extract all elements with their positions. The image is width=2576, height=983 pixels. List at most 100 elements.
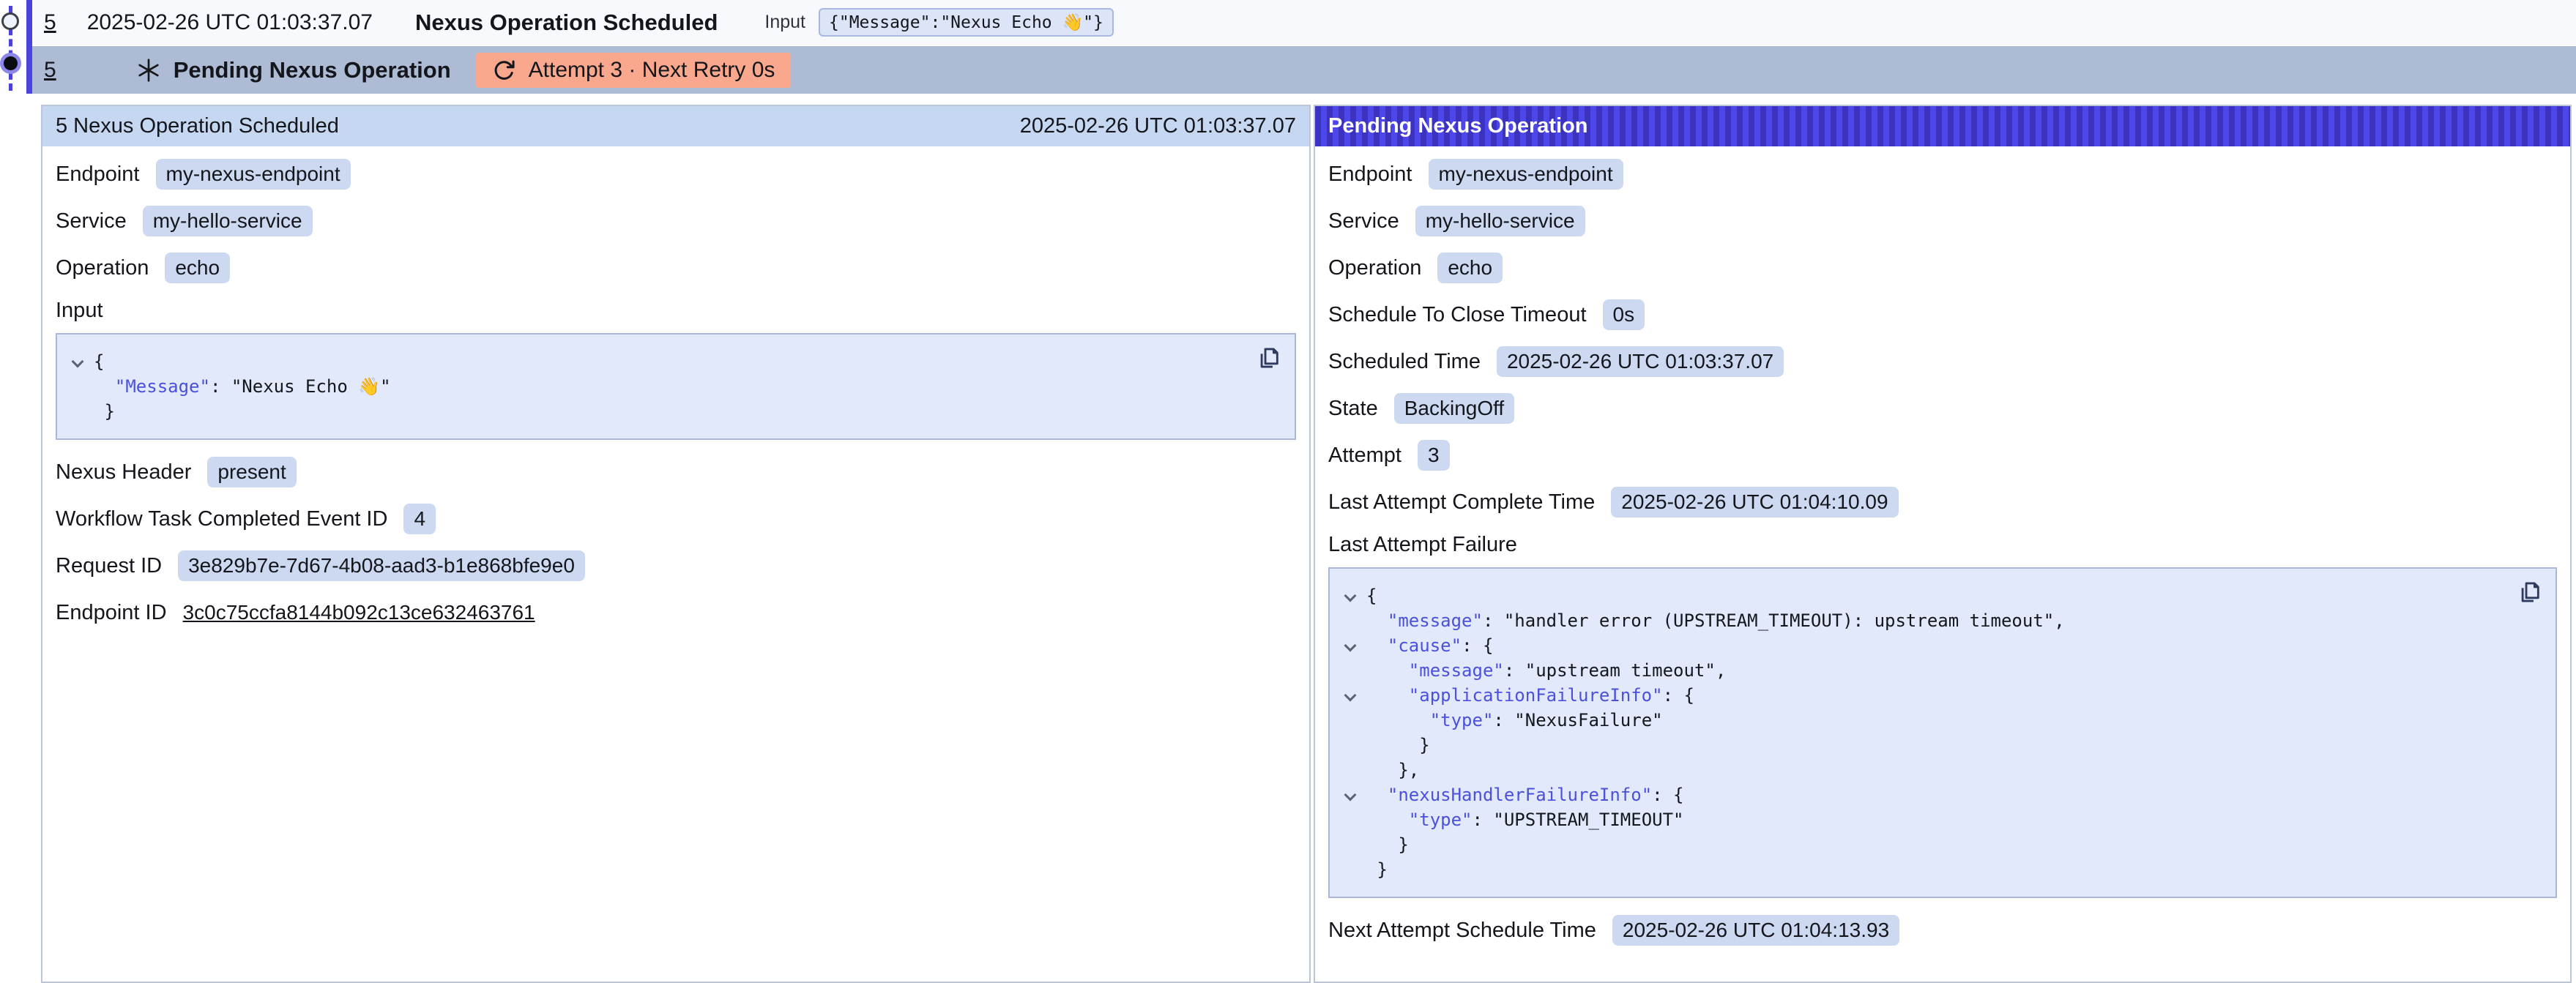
json-line: } bbox=[64, 399, 1243, 424]
field-label: Next Attempt Schedule Time bbox=[1328, 919, 1596, 943]
field-row: Operation echo bbox=[56, 244, 1296, 291]
field-label: Request ID bbox=[56, 554, 162, 578]
selected-event-indicator-bar bbox=[26, 0, 32, 94]
collapse-chevron-icon[interactable] bbox=[64, 349, 94, 374]
event-history-view: 5 2025-02-26 UTC 01:03:37.07 Nexus Opera… bbox=[0, 0, 2576, 956]
json-text: "Message": "Nexus Echo 👋" bbox=[94, 374, 391, 399]
json-gutter bbox=[1337, 857, 1366, 882]
field-row: Service my-hello-service bbox=[1328, 198, 2557, 244]
field-row: Request ID 3e829b7e-7d67-4b08-aad3-b1e86… bbox=[56, 542, 1296, 589]
field-value: my-hello-service bbox=[1415, 206, 1585, 236]
json-line: } bbox=[1337, 857, 2504, 882]
field-label: Scheduled Time bbox=[1328, 350, 1481, 374]
field-row: Schedule To Close Timeout 0s bbox=[1328, 291, 2557, 338]
field-label: Workflow Task Completed Event ID bbox=[56, 507, 387, 531]
field-row: Last Attempt Complete Time 2025-02-26 UT… bbox=[1328, 479, 2557, 526]
field-row: Operation echo bbox=[1328, 244, 2557, 291]
pending-asterisk-icon bbox=[135, 57, 162, 83]
json-text: } bbox=[1366, 832, 1409, 857]
failure-json-viewer: { "message": "handler error (UPSTREAM_TI… bbox=[1328, 567, 2557, 898]
field-value: 2025-02-26 UTC 01:03:37.07 bbox=[1497, 346, 1784, 377]
json-line: "applicationFailureInfo": { bbox=[1337, 683, 2504, 708]
collapse-chevron-icon[interactable] bbox=[1337, 782, 1366, 807]
field-label: Service bbox=[1328, 209, 1399, 233]
field-label: Schedule To Close Timeout bbox=[1328, 303, 1587, 327]
field-label: Service bbox=[56, 209, 127, 233]
field-value: 2025-02-26 UTC 01:04:13.93 bbox=[1612, 915, 1899, 946]
json-line: { bbox=[64, 349, 1243, 374]
json-line: "type": "NexusFailure" bbox=[1337, 708, 2504, 733]
failure-section-label: Last Attempt Failure bbox=[1328, 533, 2557, 557]
json-text: } bbox=[1366, 857, 1388, 882]
field-row: Workflow Task Completed Event ID 4 bbox=[56, 496, 1296, 542]
field-value: 3e829b7e-7d67-4b08-aad3-b1e868bfe9e0 bbox=[178, 550, 585, 581]
json-gutter bbox=[1337, 733, 1366, 758]
field-list: Nexus Header present Workflow Task Compl… bbox=[56, 449, 1296, 636]
field-row: Nexus Header present bbox=[56, 449, 1296, 496]
retry-status-badge: Attempt 3 · Next Retry 0s bbox=[476, 53, 792, 88]
json-text: "cause": { bbox=[1366, 633, 1493, 658]
field-label: Nexus Header bbox=[56, 460, 191, 485]
json-line: "message": "handler error (UPSTREAM_TIME… bbox=[1337, 608, 2504, 633]
pending-event-id-link[interactable]: 5 bbox=[44, 58, 56, 83]
field-row: Endpoint ID 3c0c75ccfa8144b092c13ce63246… bbox=[56, 589, 1296, 636]
json-gutter bbox=[1337, 708, 1366, 733]
json-gutter bbox=[1337, 758, 1366, 782]
json-gutter bbox=[1337, 832, 1366, 857]
json-line: "nexusHandlerFailureInfo": { bbox=[1337, 782, 2504, 807]
field-value[interactable]: 3c0c75ccfa8144b092c13ce632463761 bbox=[183, 597, 535, 628]
json-line: "message": "upstream timeout", bbox=[1337, 658, 2504, 683]
field-label: Endpoint ID bbox=[56, 601, 167, 625]
json-text: { bbox=[94, 349, 104, 374]
pending-nexus-operation-row[interactable]: 5 Pending Nexus Operation Attempt 3 · Ne… bbox=[32, 46, 2576, 94]
json-text: "message": "upstream timeout", bbox=[1366, 658, 1726, 683]
collapse-chevron-icon[interactable] bbox=[1337, 633, 1366, 658]
json-line: { bbox=[1337, 583, 2504, 608]
json-text: "nexusHandlerFailureInfo": { bbox=[1366, 782, 1684, 807]
field-list: Endpoint my-nexus-endpoint Service my-he… bbox=[1328, 151, 2557, 526]
input-json-viewer: { "Message": "Nexus Echo 👋" } bbox=[56, 333, 1296, 440]
field-value: my-nexus-endpoint bbox=[156, 159, 351, 190]
pending-event-title: Pending Nexus Operation bbox=[174, 57, 451, 83]
copy-icon bbox=[2517, 580, 2542, 605]
field-list: Endpoint my-nexus-endpoint Service my-he… bbox=[56, 151, 1296, 291]
json-line: } bbox=[1337, 733, 2504, 758]
event-id-link[interactable]: 5 bbox=[44, 10, 56, 35]
event-detail-panel-scheduled: 5 Nexus Operation Scheduled 2025-02-26 U… bbox=[41, 105, 1311, 983]
field-value: echo bbox=[1437, 253, 1503, 283]
json-gutter bbox=[64, 399, 94, 424]
field-row: Next Attempt Schedule Time 2025-02-26 UT… bbox=[1328, 907, 2557, 954]
field-label: Endpoint bbox=[56, 162, 140, 187]
scheduled-panel-title: 5 Nexus Operation Scheduled bbox=[56, 114, 339, 138]
pending-panel-header: Pending Nexus Operation bbox=[1315, 106, 2570, 146]
copy-icon bbox=[1257, 345, 1281, 370]
collapse-chevron-icon[interactable] bbox=[1337, 583, 1366, 608]
event-timestamp: 2025-02-26 UTC 01:03:37.07 bbox=[87, 10, 373, 35]
collapse-chevron-icon[interactable] bbox=[1337, 683, 1366, 708]
json-text: "message": "handler error (UPSTREAM_TIME… bbox=[1366, 608, 2065, 633]
timeline-start-marker-icon bbox=[1, 12, 19, 30]
field-label: Operation bbox=[1328, 256, 1421, 280]
field-value: 0s bbox=[1603, 299, 1645, 330]
scheduled-panel-header: 5 Nexus Operation Scheduled 2025-02-26 U… bbox=[42, 106, 1309, 146]
copy-button[interactable] bbox=[1257, 345, 1283, 371]
json-gutter bbox=[1337, 807, 1366, 832]
retry-icon bbox=[492, 58, 517, 83]
field-label: Attempt bbox=[1328, 444, 1401, 468]
field-label: Endpoint bbox=[1328, 162, 1412, 187]
field-row: State BackingOff bbox=[1328, 385, 2557, 432]
field-value: present bbox=[207, 457, 296, 487]
json-line: "type": "UPSTREAM_TIMEOUT" bbox=[1337, 807, 2504, 832]
event-title: Nexus Operation Scheduled bbox=[415, 10, 718, 36]
json-text: "type": "UPSTREAM_TIMEOUT" bbox=[1366, 807, 1683, 832]
field-value: echo bbox=[165, 253, 230, 283]
event-row-nexus-operation-scheduled[interactable]: 5 2025-02-26 UTC 01:03:37.07 Nexus Opera… bbox=[32, 0, 2576, 45]
event-input-label: Input bbox=[764, 12, 805, 33]
field-list: Next Attempt Schedule Time 2025-02-26 UT… bbox=[1328, 907, 2557, 954]
json-text: { bbox=[1366, 583, 1377, 608]
json-line: "cause": { bbox=[1337, 633, 2504, 658]
json-gutter bbox=[1337, 608, 1366, 633]
copy-button[interactable] bbox=[2517, 579, 2544, 605]
field-value: my-hello-service bbox=[143, 206, 313, 236]
pending-panel-title: Pending Nexus Operation bbox=[1328, 114, 1588, 138]
